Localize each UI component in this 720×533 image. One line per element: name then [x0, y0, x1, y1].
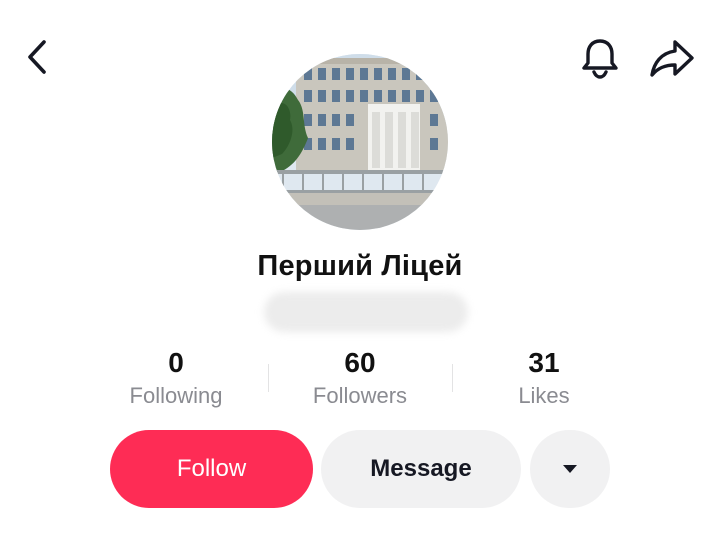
username-redacted: [264, 292, 468, 332]
caret-down-icon: [563, 465, 577, 473]
stat-divider: [452, 364, 453, 392]
notification-button[interactable]: [578, 36, 622, 80]
bell-icon: [582, 39, 618, 79]
message-button[interactable]: Message: [321, 430, 521, 508]
followers-count: 60: [344, 347, 376, 378]
stat-divider: [268, 364, 269, 392]
likes-count: 31: [528, 347, 560, 378]
chevron-left-icon: [28, 40, 46, 74]
display-name: Перший Ліцей: [257, 250, 463, 282]
stat-following[interactable]: 0 Following: [116, 346, 236, 410]
share-button[interactable]: [648, 36, 696, 80]
stat-followers[interactable]: 60 Followers: [298, 346, 422, 410]
share-arrow-icon: [650, 40, 694, 77]
likes-label: Likes: [518, 383, 570, 408]
avatar[interactable]: [272, 54, 448, 230]
school-building-photo: [272, 54, 448, 230]
followers-label: Followers: [312, 383, 408, 408]
follow-button[interactable]: Follow: [110, 430, 313, 508]
following-label: Following: [129, 383, 223, 408]
more-options-button[interactable]: [530, 430, 610, 508]
stat-likes[interactable]: 31 Likes: [494, 346, 594, 410]
back-button[interactable]: [18, 36, 58, 78]
profile-page: Перший Ліцей 0 Following 60 Followers 31…: [0, 0, 720, 533]
following-count: 0: [168, 347, 184, 378]
